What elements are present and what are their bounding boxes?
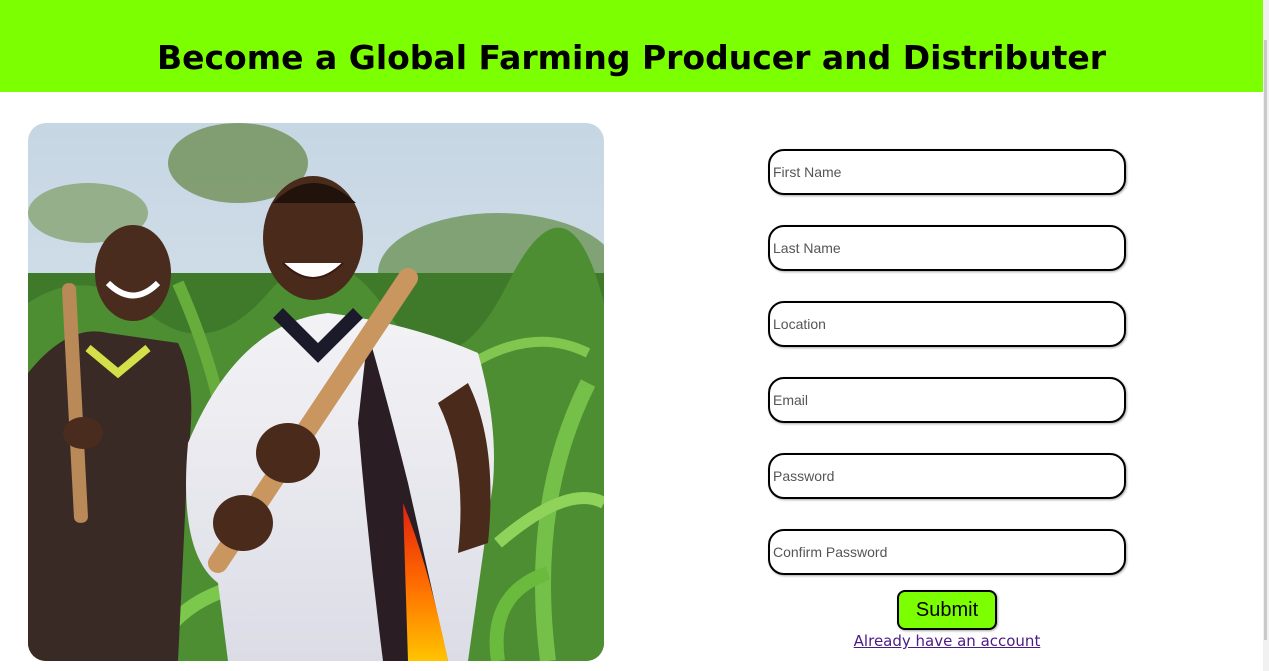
already-have-account-link[interactable]: Already have an account: [768, 632, 1126, 650]
vertical-scrollbar[interactable]: [1263, 0, 1269, 671]
email-input[interactable]: [768, 377, 1126, 423]
signup-page: Become a Global Farming Producer and Dis…: [0, 0, 1269, 671]
page-header: Become a Global Farming Producer and Dis…: [0, 0, 1263, 92]
page-title: Become a Global Farming Producer and Dis…: [156, 38, 1107, 77]
first-name-input[interactable]: [768, 149, 1126, 195]
confirm-password-input[interactable]: [768, 529, 1126, 575]
submit-button[interactable]: Submit: [897, 590, 997, 630]
scrollbar-thumb[interactable]: [1264, 40, 1267, 640]
last-name-input[interactable]: [768, 225, 1126, 271]
farmers-photo: [28, 123, 604, 661]
password-input[interactable]: [768, 453, 1126, 499]
location-input[interactable]: [768, 301, 1126, 347]
